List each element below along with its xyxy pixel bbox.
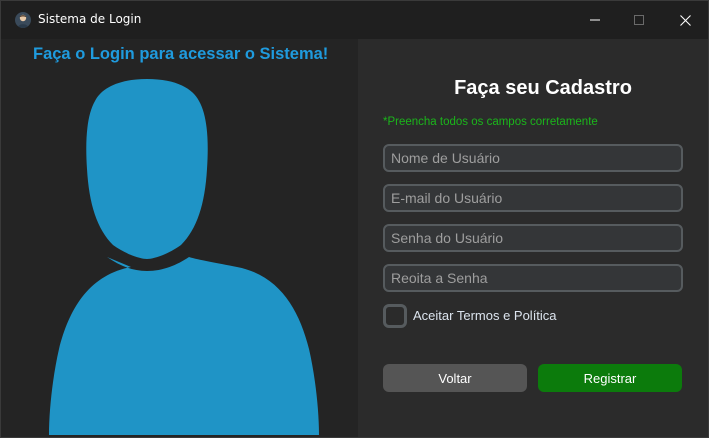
form-hint: *Preencha todos os campos corretamente: [383, 116, 598, 128]
left-panel: Faça o Login para acessar o Sistema!: [1, 39, 358, 437]
app-icon: [15, 12, 31, 28]
minimize-button[interactable]: [572, 1, 618, 39]
register-button[interactable]: Registrar: [538, 364, 682, 392]
window-title: Sistema de Login: [38, 12, 142, 26]
password-field[interactable]: [383, 224, 683, 252]
email-field[interactable]: [383, 184, 683, 212]
username-field[interactable]: [383, 144, 683, 172]
close-icon: [679, 14, 691, 26]
back-button[interactable]: Voltar: [383, 364, 527, 392]
user-silhouette-icon: [49, 79, 319, 435]
maximize-button[interactable]: [616, 1, 662, 39]
terms-label[interactable]: Aceitar Termos e Política: [413, 308, 557, 323]
maximize-icon: [634, 15, 644, 25]
login-heading: Faça o Login para acessar o Sistema!: [33, 45, 329, 63]
register-heading: Faça seu Cadastro: [454, 77, 632, 99]
register-panel: Faça seu Cadastro *Preencha todos os cam…: [358, 39, 708, 437]
close-button[interactable]: [662, 1, 708, 39]
minimize-icon: [590, 19, 600, 21]
title-bar[interactable]: Sistema de Login: [1, 1, 708, 39]
terms-checkbox[interactable]: [383, 304, 407, 328]
app-window: Sistema de Login Faça o Login para acess…: [0, 0, 709, 438]
confirm-password-field[interactable]: [383, 264, 683, 292]
